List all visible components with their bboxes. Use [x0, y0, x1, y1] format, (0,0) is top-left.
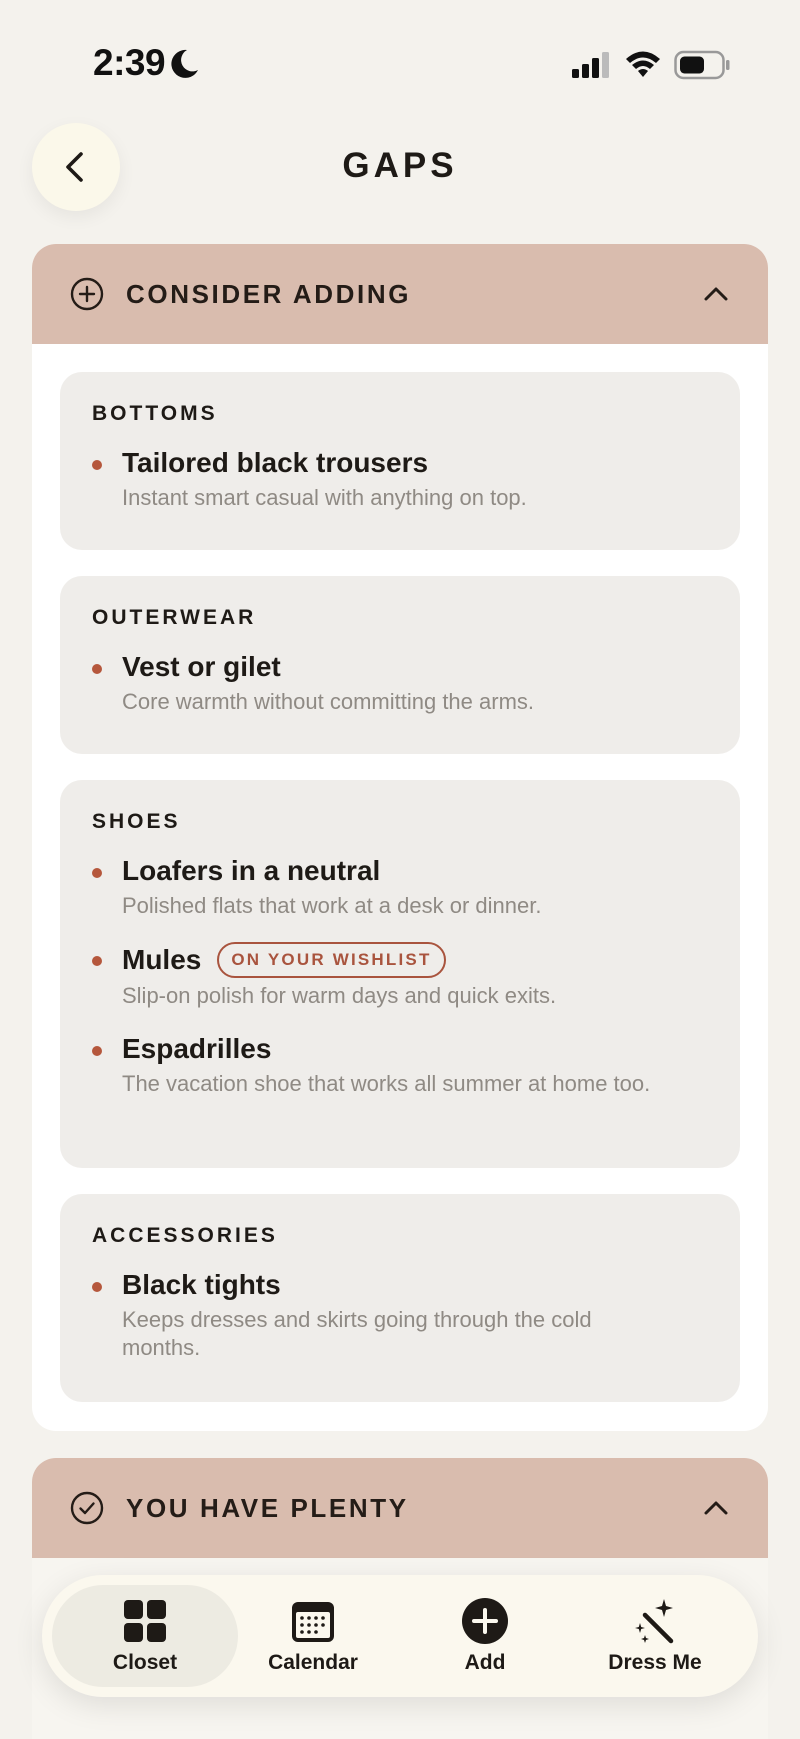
page-title: GAPS [342, 146, 458, 185]
section-title: YOU HAVE PLENTY [126, 1492, 409, 1523]
cellular-signal-icon [572, 52, 609, 78]
magic-wand-icon [635, 1599, 674, 1644]
tab-label: Add [464, 1651, 506, 1674]
group-card-bottoms: BOTTOMS Tailored black trousers Instant … [60, 372, 740, 550]
item-description: Keeps dresses and skirts going through t… [122, 1307, 592, 1360]
list-item[interactable]: Mules ON YOUR WISHLIST Slip-on polish fo… [92, 942, 710, 1010]
grid-icon [124, 1600, 166, 1642]
tab-label: Closet [112, 1651, 178, 1674]
group-card-accessories: ACCESSORIES Black tights Keeps dresses a… [60, 1194, 740, 1402]
item-description: Slip-on polish for warm days and quick e… [122, 983, 557, 1008]
item-title: Loafers in a neutral [122, 855, 381, 886]
wifi-icon [626, 51, 660, 77]
group-title: SHOES [92, 810, 181, 833]
bullet-dot-icon [92, 1046, 102, 1056]
wishlist-badge: ON YOUR WISHLIST [217, 942, 446, 978]
bullet-dot-icon [92, 868, 102, 878]
status-bar: 2:39 [0, 0, 800, 130]
group-card-outerwear: OUTERWEAR Vest or gilet Core warmth with… [60, 576, 740, 754]
plus-circle-outline-icon [70, 277, 104, 311]
status-time: 2:39 [93, 42, 166, 83]
group-title: ACCESSORIES [92, 1224, 278, 1247]
chevron-up-icon[interactable] [702, 280, 730, 308]
list-item[interactable]: Espadrilles The vacation shoe that works… [92, 1032, 710, 1098]
item-description: The vacation shoe that works all summer … [122, 1071, 651, 1096]
list-item[interactable]: Vest or gilet Core warmth without commit… [92, 650, 710, 716]
list-item[interactable]: Tailored black trousers Instant smart ca… [92, 446, 710, 512]
tab-label: Dress Me [608, 1651, 702, 1674]
bottom-tab-bar: Closet Calendar Add Dress Me [42, 1575, 758, 1697]
tab-dress-me[interactable]: Dress Me [570, 1585, 740, 1687]
section-title: CONSIDER ADDING [126, 278, 412, 309]
item-description: Core warmth without committing the arms. [122, 689, 535, 714]
battery-icon [674, 50, 730, 80]
item-description: Instant smart casual with anything on to… [122, 485, 527, 510]
item-title: Black tights [122, 1269, 281, 1300]
item-title: Tailored black trousers [122, 447, 429, 478]
item-description: Polished flats that work at a desk or di… [122, 893, 542, 918]
you-have-plenty-header[interactable]: YOU HAVE PLENTY [32, 1458, 768, 1558]
list-item[interactable]: Black tights Keeps dresses and skirts go… [92, 1268, 710, 1362]
bullet-dot-icon [92, 956, 102, 966]
bullet-dot-icon [92, 664, 102, 674]
tab-closet[interactable]: Closet [52, 1585, 238, 1687]
item-title: Mules [122, 944, 202, 975]
moon-icon [171, 49, 198, 78]
item-title: Vest or gilet [122, 651, 281, 682]
consider-adding-section: CONSIDER ADDING BOTTOMS Tailored black t… [32, 244, 768, 1431]
group-card-shoes: SHOES Loafers in a neutral Polished flat… [60, 780, 740, 1168]
consider-adding-header[interactable]: CONSIDER ADDING [32, 244, 768, 344]
tab-calendar[interactable]: Calendar [228, 1585, 398, 1687]
tab-add[interactable]: Add [400, 1585, 570, 1687]
chevron-up-icon[interactable] [702, 1494, 730, 1522]
bullet-dot-icon [92, 1282, 102, 1292]
check-circle-outline-icon [70, 1491, 104, 1525]
item-title: Espadrilles [122, 1033, 272, 1064]
tab-label: Calendar [268, 1651, 358, 1674]
list-item[interactable]: Loafers in a neutral Polished flats that… [92, 854, 710, 920]
group-title: OUTERWEAR [92, 606, 257, 629]
calendar-icon [292, 1602, 334, 1642]
group-title: BOTTOMS [92, 402, 218, 425]
bullet-dot-icon [92, 460, 102, 470]
plus-circle-icon [462, 1598, 508, 1644]
